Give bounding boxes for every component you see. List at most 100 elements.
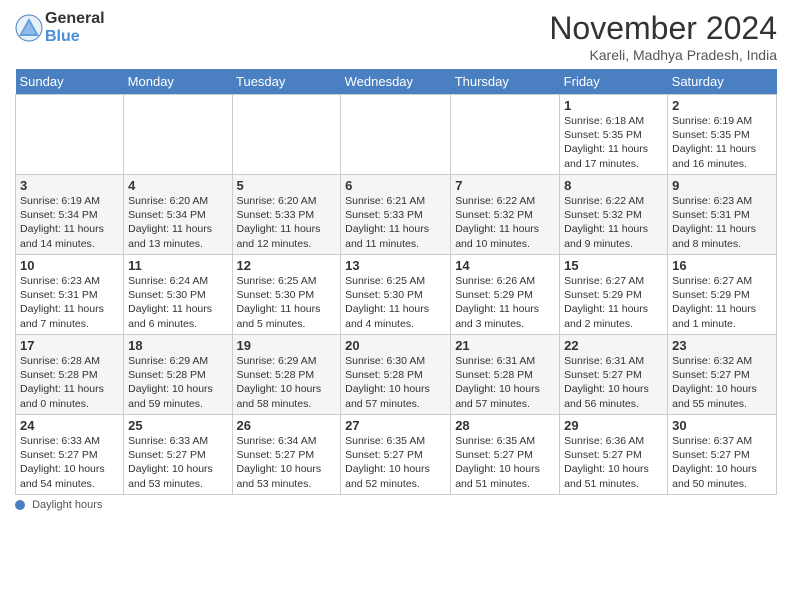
table-row: 6Sunrise: 6:21 AMSunset: 5:33 PMDaylight… xyxy=(341,175,451,255)
day-number: 1 xyxy=(564,98,663,113)
day-number: 29 xyxy=(564,418,663,433)
table-row: 4Sunrise: 6:20 AMSunset: 5:34 PMDaylight… xyxy=(124,175,232,255)
calendar-week-1: 3Sunrise: 6:19 AMSunset: 5:34 PMDaylight… xyxy=(16,175,777,255)
table-row: 30Sunrise: 6:37 AMSunset: 5:27 PMDayligh… xyxy=(668,415,777,495)
table-row: 25Sunrise: 6:33 AMSunset: 5:27 PMDayligh… xyxy=(124,415,232,495)
calendar-week-4: 24Sunrise: 6:33 AMSunset: 5:27 PMDayligh… xyxy=(16,415,777,495)
table-row: 14Sunrise: 6:26 AMSunset: 5:29 PMDayligh… xyxy=(451,255,560,335)
day-number: 28 xyxy=(455,418,555,433)
day-number: 30 xyxy=(672,418,772,433)
day-info: Sunrise: 6:23 AMSunset: 5:31 PMDaylight:… xyxy=(672,194,772,251)
table-row: 22Sunrise: 6:31 AMSunset: 5:27 PMDayligh… xyxy=(560,335,668,415)
day-info: Sunrise: 6:35 AMSunset: 5:27 PMDaylight:… xyxy=(345,434,446,491)
day-info: Sunrise: 6:29 AMSunset: 5:28 PMDaylight:… xyxy=(128,354,227,411)
col-wednesday: Wednesday xyxy=(341,69,451,95)
calendar-week-2: 10Sunrise: 6:23 AMSunset: 5:31 PMDayligh… xyxy=(16,255,777,335)
logo-text: General Blue xyxy=(45,10,105,45)
day-info: Sunrise: 6:30 AMSunset: 5:28 PMDaylight:… xyxy=(345,354,446,411)
table-row: 17Sunrise: 6:28 AMSunset: 5:28 PMDayligh… xyxy=(16,335,124,415)
day-number: 14 xyxy=(455,258,555,273)
day-info: Sunrise: 6:26 AMSunset: 5:29 PMDaylight:… xyxy=(455,274,555,331)
day-number: 7 xyxy=(455,178,555,193)
col-saturday: Saturday xyxy=(668,69,777,95)
day-number: 23 xyxy=(672,338,772,353)
day-number: 19 xyxy=(237,338,337,353)
footer: Daylight hours xyxy=(15,499,777,511)
table-row: 13Sunrise: 6:25 AMSunset: 5:30 PMDayligh… xyxy=(341,255,451,335)
table-row: 23Sunrise: 6:32 AMSunset: 5:27 PMDayligh… xyxy=(668,335,777,415)
logo-general: General xyxy=(45,10,105,28)
day-info: Sunrise: 6:20 AMSunset: 5:34 PMDaylight:… xyxy=(128,194,227,251)
subtitle: Kareli, Madhya Pradesh, India xyxy=(549,47,777,63)
table-row: 29Sunrise: 6:36 AMSunset: 5:27 PMDayligh… xyxy=(560,415,668,495)
day-info: Sunrise: 6:36 AMSunset: 5:27 PMDaylight:… xyxy=(564,434,663,491)
table-row: 16Sunrise: 6:27 AMSunset: 5:29 PMDayligh… xyxy=(668,255,777,335)
title-block: November 2024 Kareli, Madhya Pradesh, In… xyxy=(549,10,777,63)
day-info: Sunrise: 6:21 AMSunset: 5:33 PMDaylight:… xyxy=(345,194,446,251)
day-info: Sunrise: 6:34 AMSunset: 5:27 PMDaylight:… xyxy=(237,434,337,491)
col-friday: Friday xyxy=(560,69,668,95)
day-info: Sunrise: 6:37 AMSunset: 5:27 PMDaylight:… xyxy=(672,434,772,491)
day-info: Sunrise: 6:27 AMSunset: 5:29 PMDaylight:… xyxy=(672,274,772,331)
footer-label: Daylight hours xyxy=(32,499,102,511)
table-row: 3Sunrise: 6:19 AMSunset: 5:34 PMDaylight… xyxy=(16,175,124,255)
day-info: Sunrise: 6:29 AMSunset: 5:28 PMDaylight:… xyxy=(237,354,337,411)
col-monday: Monday xyxy=(124,69,232,95)
day-number: 10 xyxy=(20,258,119,273)
table-row: 5Sunrise: 6:20 AMSunset: 5:33 PMDaylight… xyxy=(232,175,341,255)
table-row: 9Sunrise: 6:23 AMSunset: 5:31 PMDaylight… xyxy=(668,175,777,255)
day-info: Sunrise: 6:31 AMSunset: 5:27 PMDaylight:… xyxy=(564,354,663,411)
day-number: 13 xyxy=(345,258,446,273)
day-info: Sunrise: 6:33 AMSunset: 5:27 PMDaylight:… xyxy=(20,434,119,491)
day-info: Sunrise: 6:27 AMSunset: 5:29 PMDaylight:… xyxy=(564,274,663,331)
table-row: 20Sunrise: 6:30 AMSunset: 5:28 PMDayligh… xyxy=(341,335,451,415)
day-info: Sunrise: 6:23 AMSunset: 5:31 PMDaylight:… xyxy=(20,274,119,331)
table-row xyxy=(232,95,341,175)
logo-icon xyxy=(15,14,43,42)
day-info: Sunrise: 6:22 AMSunset: 5:32 PMDaylight:… xyxy=(564,194,663,251)
table-row: 2Sunrise: 6:19 AMSunset: 5:35 PMDaylight… xyxy=(668,95,777,175)
table-row: 7Sunrise: 6:22 AMSunset: 5:32 PMDaylight… xyxy=(451,175,560,255)
day-number: 22 xyxy=(564,338,663,353)
calendar-week-3: 17Sunrise: 6:28 AMSunset: 5:28 PMDayligh… xyxy=(16,335,777,415)
table-row: 15Sunrise: 6:27 AMSunset: 5:29 PMDayligh… xyxy=(560,255,668,335)
day-number: 4 xyxy=(128,178,227,193)
day-number: 26 xyxy=(237,418,337,433)
day-info: Sunrise: 6:25 AMSunset: 5:30 PMDaylight:… xyxy=(237,274,337,331)
table-row xyxy=(451,95,560,175)
day-info: Sunrise: 6:33 AMSunset: 5:27 PMDaylight:… xyxy=(128,434,227,491)
day-number: 5 xyxy=(237,178,337,193)
day-info: Sunrise: 6:28 AMSunset: 5:28 PMDaylight:… xyxy=(20,354,119,411)
header-row: Sunday Monday Tuesday Wednesday Thursday… xyxy=(16,69,777,95)
col-tuesday: Tuesday xyxy=(232,69,341,95)
col-thursday: Thursday xyxy=(451,69,560,95)
day-info: Sunrise: 6:19 AMSunset: 5:35 PMDaylight:… xyxy=(672,114,772,171)
table-row: 12Sunrise: 6:25 AMSunset: 5:30 PMDayligh… xyxy=(232,255,341,335)
day-number: 21 xyxy=(455,338,555,353)
day-number: 24 xyxy=(20,418,119,433)
table-row: 8Sunrise: 6:22 AMSunset: 5:32 PMDaylight… xyxy=(560,175,668,255)
table-row: 18Sunrise: 6:29 AMSunset: 5:28 PMDayligh… xyxy=(124,335,232,415)
table-row xyxy=(16,95,124,175)
table-row: 21Sunrise: 6:31 AMSunset: 5:28 PMDayligh… xyxy=(451,335,560,415)
logo-blue: Blue xyxy=(45,28,105,46)
day-number: 20 xyxy=(345,338,446,353)
table-row: 24Sunrise: 6:33 AMSunset: 5:27 PMDayligh… xyxy=(16,415,124,495)
day-number: 27 xyxy=(345,418,446,433)
month-title: November 2024 xyxy=(549,10,777,47)
day-number: 11 xyxy=(128,258,227,273)
day-number: 2 xyxy=(672,98,772,113)
header: General Blue November 2024 Kareli, Madhy… xyxy=(15,10,777,63)
day-info: Sunrise: 6:35 AMSunset: 5:27 PMDaylight:… xyxy=(455,434,555,491)
day-info: Sunrise: 6:20 AMSunset: 5:33 PMDaylight:… xyxy=(237,194,337,251)
day-number: 25 xyxy=(128,418,227,433)
table-row: 28Sunrise: 6:35 AMSunset: 5:27 PMDayligh… xyxy=(451,415,560,495)
day-info: Sunrise: 6:24 AMSunset: 5:30 PMDaylight:… xyxy=(128,274,227,331)
table-row: 1Sunrise: 6:18 AMSunset: 5:35 PMDaylight… xyxy=(560,95,668,175)
day-number: 6 xyxy=(345,178,446,193)
day-info: Sunrise: 6:19 AMSunset: 5:34 PMDaylight:… xyxy=(20,194,119,251)
day-number: 8 xyxy=(564,178,663,193)
table-row: 19Sunrise: 6:29 AMSunset: 5:28 PMDayligh… xyxy=(232,335,341,415)
day-number: 12 xyxy=(237,258,337,273)
day-number: 3 xyxy=(20,178,119,193)
